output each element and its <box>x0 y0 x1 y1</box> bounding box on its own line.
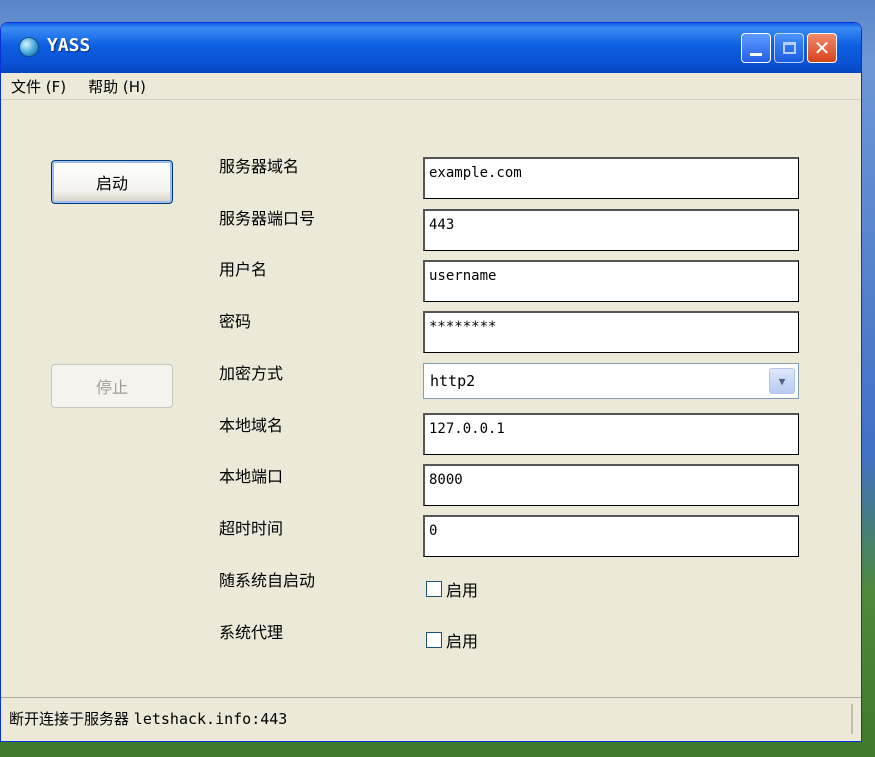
password-label: 密码 <box>219 312 252 331</box>
method-selected-value: http2 <box>430 372 476 390</box>
close-icon: ✕ <box>813 36 831 60</box>
system-proxy-checkbox-box[interactable] <box>426 632 442 648</box>
menu-help[interactable]: 帮助 (H) <box>86 76 148 97</box>
maximize-button[interactable] <box>774 33 804 63</box>
system-proxy-checkbox[interactable]: 启用 <box>426 628 478 652</box>
password-input[interactable]: ******** <box>423 311 799 353</box>
status-text: 断开连接于服务器 letshack.info:443 <box>9 708 287 729</box>
server-domain-input[interactable]: example.com <box>423 157 799 199</box>
server-port-input[interactable]: 443 <box>423 209 799 251</box>
autostart-checkbox[interactable]: 启用 <box>426 577 478 601</box>
minimize-icon <box>750 52 762 56</box>
menu-file[interactable]: 文件 (F) <box>9 76 68 97</box>
status-divider <box>851 704 853 734</box>
app-globe-icon <box>19 37 39 57</box>
server-port-label: 服务器端口号 <box>219 209 316 228</box>
close-button[interactable]: ✕ <box>807 33 837 63</box>
maximize-icon <box>782 42 796 54</box>
menu-bar: 文件 (F) 帮助 (H) <box>1 73 861 99</box>
autostart-checkbox-box[interactable] <box>426 581 442 597</box>
main-window: YASS ✕ 文件 (F) 帮助 (H) 启动 停止 服务器域名 example… <box>0 22 862 742</box>
autostart-checkbox-label[interactable]: 启用 <box>446 577 478 601</box>
start-button[interactable]: 启动 <box>51 160 173 204</box>
status-message: 断开连接于服务器 <box>9 710 130 728</box>
status-bar: 断开连接于服务器 letshack.info:443 <box>1 697 861 741</box>
status-server: letshack.info:443 <box>133 710 288 728</box>
chevron-down-icon[interactable]: ▼ <box>769 368 795 394</box>
method-select[interactable]: http2 ▼ <box>423 363 799 399</box>
system-proxy-label: 系统代理 <box>219 623 284 642</box>
title-bar[interactable]: YASS ✕ <box>1 23 861 73</box>
method-label: 加密方式 <box>219 364 284 383</box>
stop-button[interactable]: 停止 <box>51 364 173 408</box>
local-port-label: 本地端口 <box>219 467 284 486</box>
server-domain-label: 服务器域名 <box>219 157 300 176</box>
username-input[interactable]: username <box>423 260 799 302</box>
system-proxy-checkbox-label[interactable]: 启用 <box>446 628 478 652</box>
menu-divider <box>1 99 861 100</box>
local-port-input[interactable]: 8000 <box>423 464 799 506</box>
username-label: 用户名 <box>219 260 268 279</box>
timeout-label: 超时时间 <box>219 519 284 538</box>
timeout-input[interactable]: 0 <box>423 515 799 557</box>
minimize-button[interactable] <box>741 33 771 63</box>
local-domain-label: 本地域名 <box>219 416 284 435</box>
window-title: YASS <box>47 35 91 56</box>
local-domain-input[interactable]: 127.0.0.1 <box>423 413 799 455</box>
autostart-label: 随系统自启动 <box>219 571 316 590</box>
